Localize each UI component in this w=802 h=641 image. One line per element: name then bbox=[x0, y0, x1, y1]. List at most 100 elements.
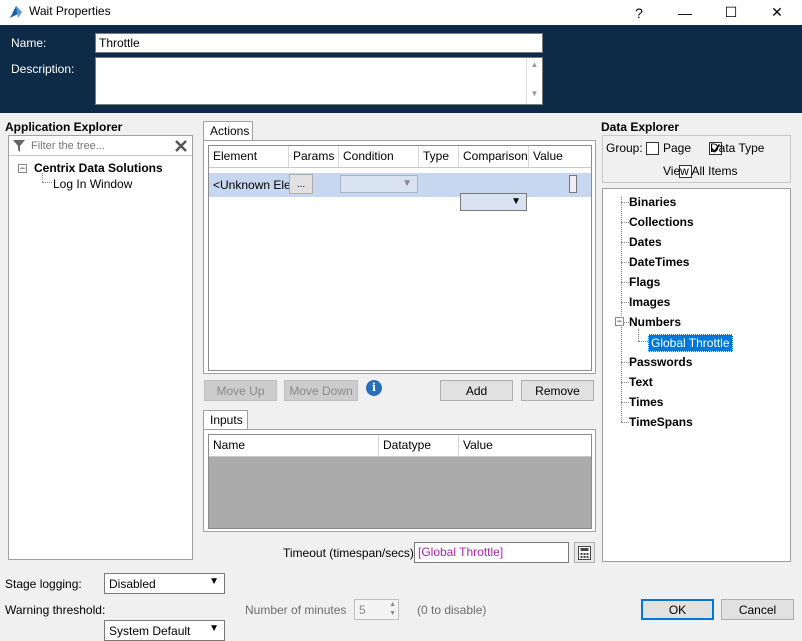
col-comparison[interactable]: Comparison bbox=[459, 146, 529, 167]
actions-tab-panel: Element Params Condition Type Comparison… bbox=[203, 140, 596, 374]
col-name[interactable]: Name bbox=[209, 435, 379, 456]
datatype-checkbox-label: Data Type bbox=[710, 141, 765, 155]
group-box: Group: Page Data Type View All Items bbox=[602, 135, 791, 183]
tree-item-dates[interactable]: Dates bbox=[629, 235, 662, 249]
ok-button[interactable]: OK bbox=[641, 599, 714, 620]
description-scrollbar[interactable]: ▲ ▼ bbox=[526, 58, 542, 104]
tree-item-centrix[interactable]: Centrix Data Solutions bbox=[34, 161, 163, 175]
minimize-button[interactable]: — bbox=[662, 0, 708, 25]
name-field[interactable]: Throttle bbox=[95, 33, 543, 53]
tree-item-binaries[interactable]: Binaries bbox=[629, 195, 676, 209]
warning-threshold-label: Warning threshold: bbox=[5, 603, 106, 617]
info-icon[interactable]: i bbox=[366, 380, 382, 396]
app-icon bbox=[10, 6, 22, 18]
chevron-down-icon: ▼ bbox=[209, 623, 219, 634]
inputs-grid-header: Name Datatype Value bbox=[209, 435, 591, 457]
move-down-button[interactable]: Move Down bbox=[284, 380, 358, 401]
stage-logging-select[interactable]: Disabled ▼ bbox=[104, 573, 225, 594]
minutes-stepper[interactable]: 5 ▲ ▼ bbox=[354, 599, 399, 620]
header-panel: Name: Throttle Description: ▲ ▼ bbox=[0, 25, 802, 113]
tree-line bbox=[621, 382, 629, 383]
actions-grid: Element Params Condition Type Comparison… bbox=[208, 145, 592, 371]
tree-item-times[interactable]: Times bbox=[629, 395, 663, 409]
tree-item-datetimes[interactable]: DateTimes bbox=[629, 255, 689, 269]
tree-line bbox=[621, 202, 629, 203]
tree-item-numbers[interactable]: Numbers bbox=[629, 315, 681, 329]
tree-line bbox=[638, 341, 648, 342]
chevron-down-icon: ▼ bbox=[511, 196, 521, 207]
col-params[interactable]: Params bbox=[289, 146, 339, 167]
scroll-up-icon[interactable]: ▲ bbox=[527, 60, 542, 69]
col-input-value[interactable]: Value bbox=[459, 435, 591, 456]
tree-line bbox=[42, 182, 52, 183]
warning-threshold-value: System Default bbox=[109, 624, 191, 638]
tree-line bbox=[621, 242, 629, 243]
tree-line bbox=[621, 422, 629, 423]
tree-line bbox=[621, 402, 629, 403]
stepper-arrows-icon[interactable]: ▲ ▼ bbox=[389, 600, 396, 618]
remove-button[interactable]: Remove bbox=[521, 380, 594, 401]
col-element[interactable]: Element bbox=[209, 146, 289, 167]
data-explorer-title: Data Explorer bbox=[601, 120, 680, 134]
page-checkbox-label: Page bbox=[663, 141, 692, 155]
stage-logging-label: Stage logging: bbox=[5, 577, 82, 591]
tree-collapse-icon[interactable]: − bbox=[18, 164, 27, 173]
move-up-button[interactable]: Move Up bbox=[204, 380, 277, 401]
minutes-value: 5 bbox=[359, 603, 366, 617]
tree-line bbox=[638, 329, 639, 341]
help-button[interactable]: ? bbox=[616, 0, 662, 25]
tree-line bbox=[621, 362, 629, 363]
tree-item-flags[interactable]: Flags bbox=[629, 275, 660, 289]
window-title: Wait Properties bbox=[29, 4, 111, 18]
col-condition[interactable]: Condition bbox=[339, 146, 419, 167]
tree-line bbox=[42, 173, 43, 182]
filter-input[interactable] bbox=[29, 137, 169, 154]
inputs-grid: Name Datatype Value bbox=[208, 434, 592, 529]
comparison-select[interactable]: ▼ bbox=[460, 193, 527, 211]
actions-grid-header: Element Params Condition Type Comparison… bbox=[209, 146, 591, 168]
col-datatype[interactable]: Datatype bbox=[379, 435, 459, 456]
minutes-label: Number of minutes bbox=[245, 603, 347, 617]
value-expression-icon[interactable] bbox=[569, 175, 577, 193]
timeout-field[interactable]: [Global Throttle] bbox=[414, 542, 569, 563]
clear-filter-icon[interactable] bbox=[174, 139, 188, 153]
params-button[interactable]: ... bbox=[289, 174, 313, 194]
tab-actions[interactable]: Actions bbox=[203, 121, 253, 141]
numbers-collapse-icon[interactable]: − bbox=[615, 317, 624, 326]
maximize-button[interactable]: ☐ bbox=[708, 0, 754, 25]
warning-threshold-select[interactable]: System Default ▼ bbox=[104, 620, 225, 641]
tree-item-collections[interactable]: Collections bbox=[629, 215, 694, 229]
add-button[interactable]: Add bbox=[440, 380, 513, 401]
tree-item-images[interactable]: Images bbox=[629, 295, 670, 309]
timeout-label: Timeout (timespan/secs): bbox=[283, 546, 418, 560]
scroll-down-icon[interactable]: ▼ bbox=[527, 89, 542, 98]
data-explorer-tree: Binaries Collections Dates DateTimes Flags Im… bbox=[602, 188, 791, 562]
tree-line bbox=[621, 262, 629, 263]
tree-item-timespans[interactable]: TimeSpans bbox=[629, 415, 693, 429]
tree-item-passwords[interactable]: Passwords bbox=[629, 355, 692, 369]
chevron-down-icon: ▼ bbox=[402, 178, 412, 189]
tree-item-text[interactable]: Text bbox=[629, 375, 653, 389]
condition-select[interactable]: ▼ bbox=[340, 175, 418, 193]
calculator-button[interactable] bbox=[574, 542, 595, 563]
title-bar: Wait Properties ? — ☐ ✕ bbox=[0, 0, 802, 25]
tree-item-global-throttle[interactable]: Global Throttle bbox=[648, 334, 733, 352]
app-explorer-panel: − Centrix Data Solutions Log In Window bbox=[8, 135, 193, 560]
tree-item-login-window[interactable]: Log In Window bbox=[53, 177, 132, 191]
col-value[interactable]: Value bbox=[529, 146, 591, 167]
description-field[interactable] bbox=[95, 57, 543, 105]
tab-inputs[interactable]: Inputs bbox=[203, 410, 248, 430]
cancel-button[interactable]: Cancel bbox=[721, 599, 794, 620]
close-button[interactable]: ✕ bbox=[754, 0, 800, 25]
col-type[interactable]: Type bbox=[419, 146, 459, 167]
calculator-icon bbox=[578, 545, 591, 560]
actions-row[interactable]: <Unknown Elem ... ▼ ▼ bbox=[209, 173, 591, 211]
page-checkbox[interactable] bbox=[646, 142, 659, 156]
name-label: Name: bbox=[11, 36, 47, 50]
inputs-tab-panel: Name Datatype Value bbox=[203, 429, 596, 532]
row-element[interactable]: <Unknown Elem bbox=[213, 178, 289, 192]
tree-line bbox=[621, 282, 629, 283]
tree-line bbox=[621, 302, 629, 303]
tree-line bbox=[621, 222, 629, 223]
view-all-checkbox-label: View All Items bbox=[663, 164, 738, 178]
